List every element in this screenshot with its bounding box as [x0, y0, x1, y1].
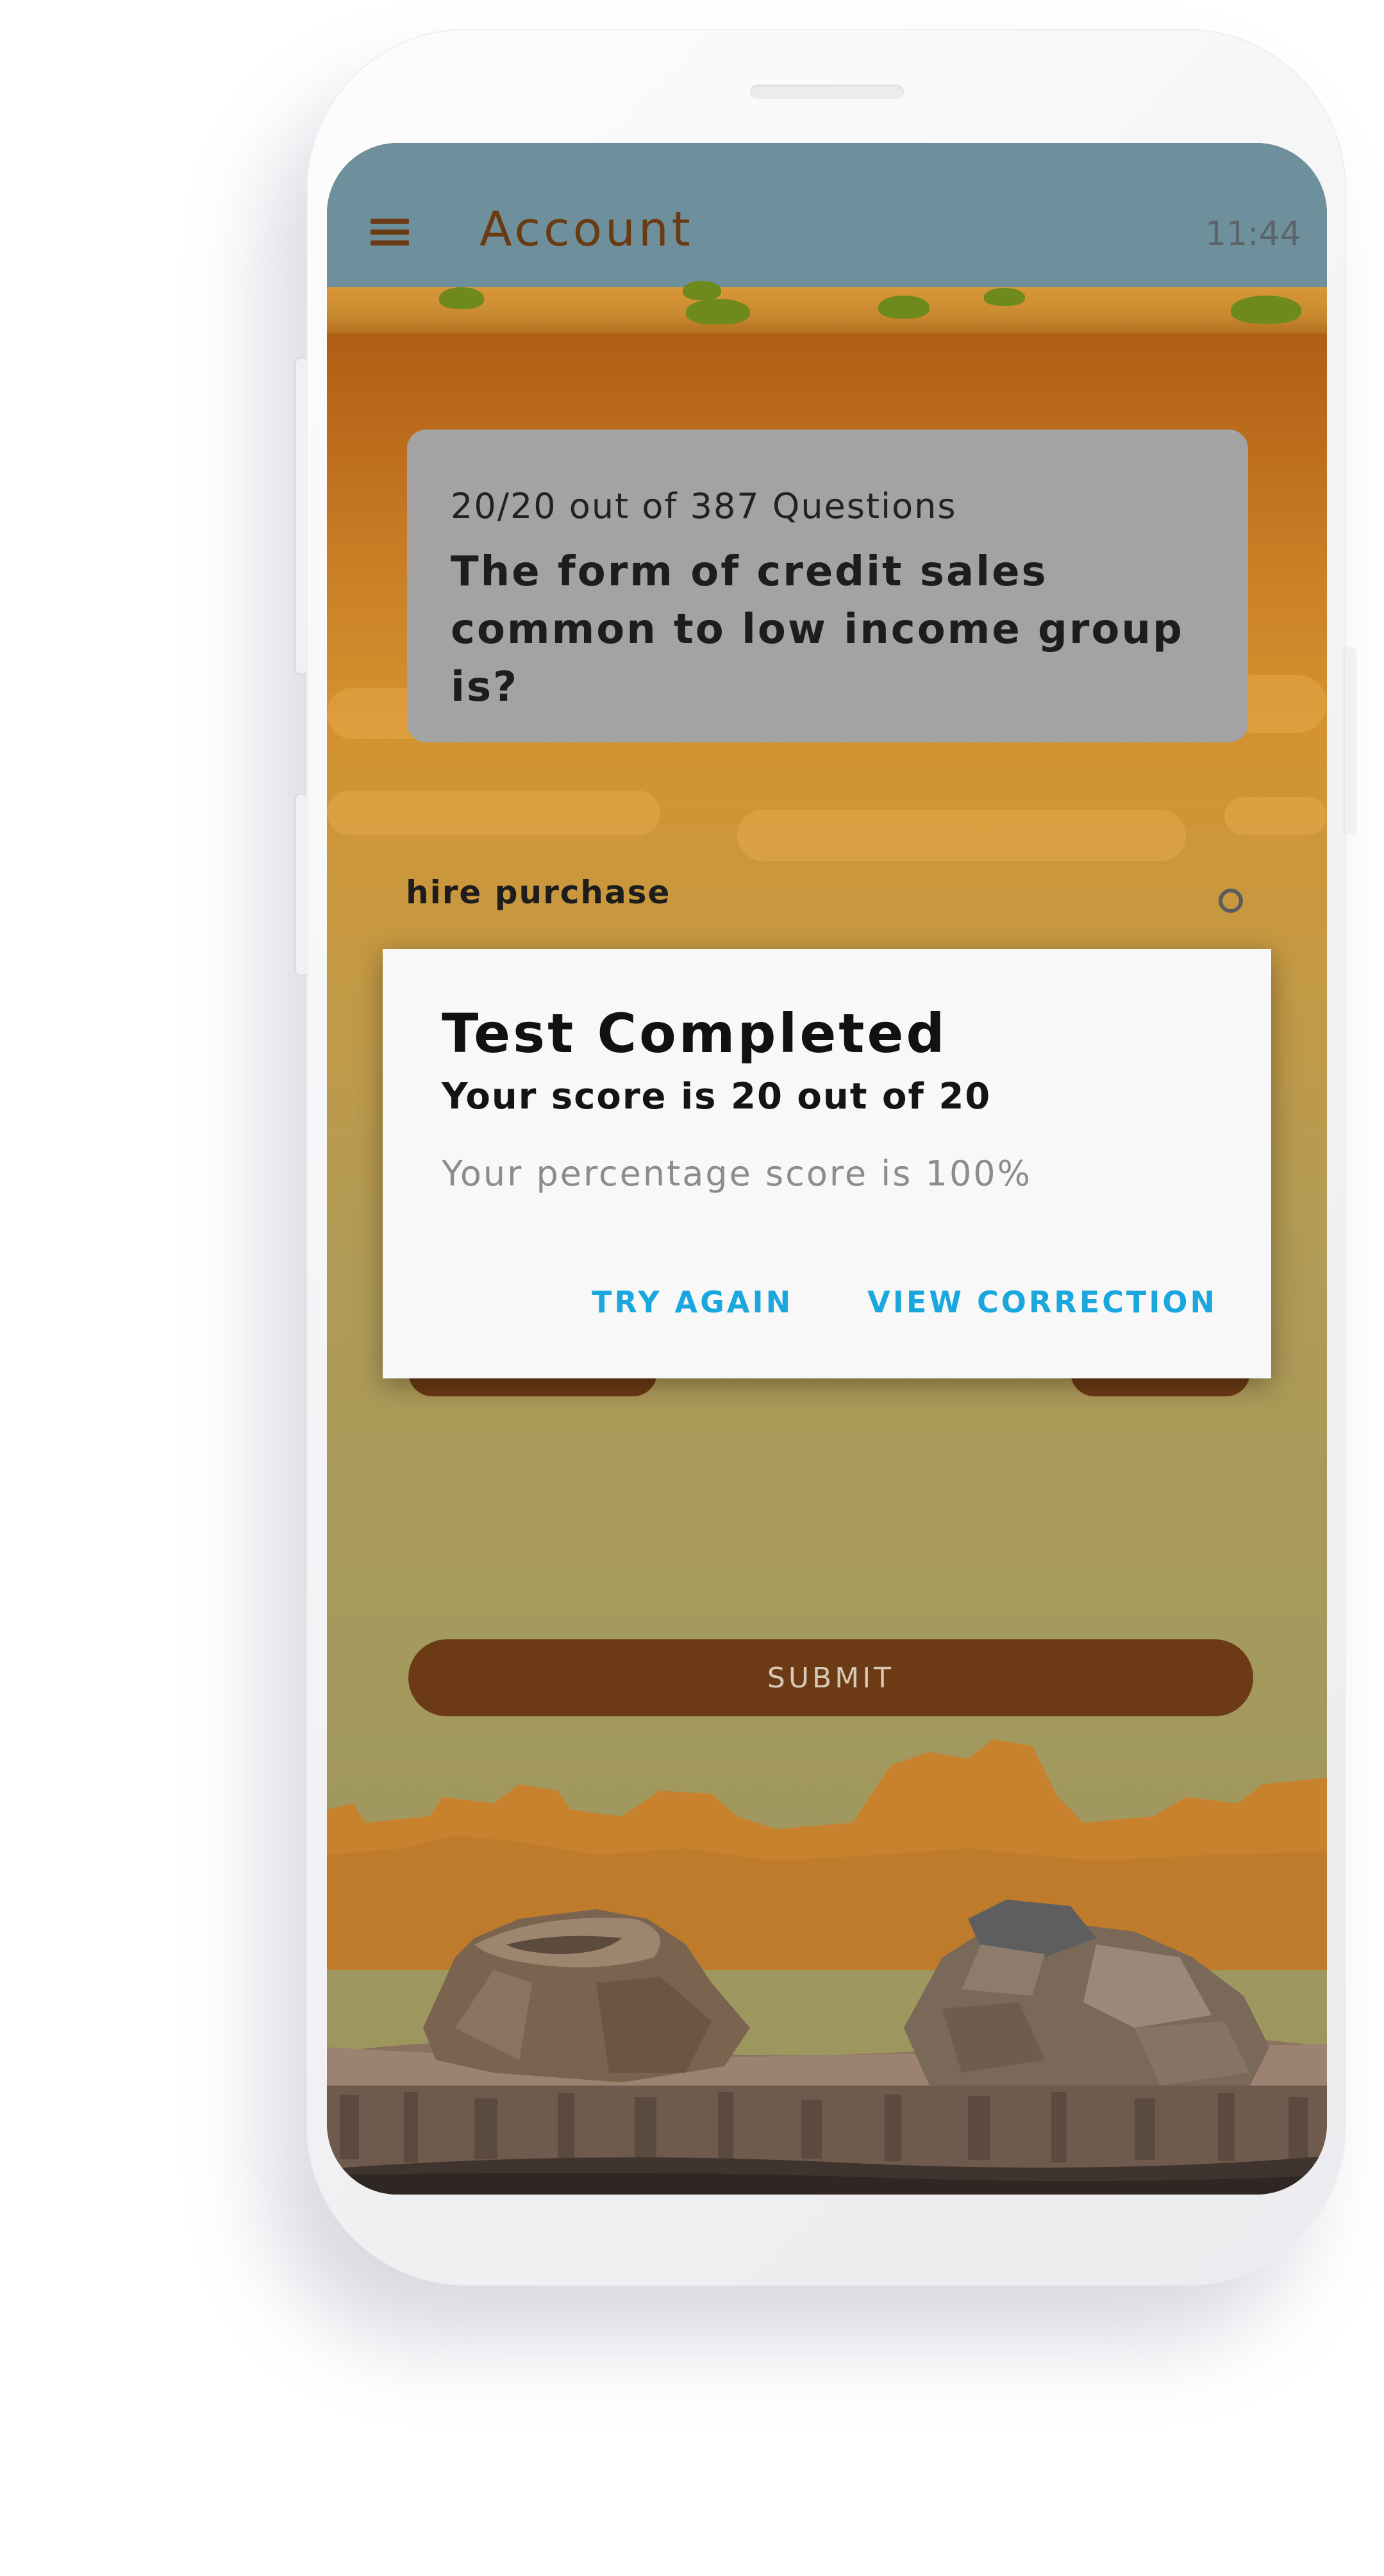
hamburger-menu-icon[interactable] — [371, 219, 409, 246]
bush-decoration — [1231, 296, 1301, 324]
dialog-score-text: Your score is 20 out of 20 — [442, 1076, 992, 1117]
question-card: 20/20 out of 387 Questions The form of c… — [407, 430, 1248, 742]
test-completed-dialog: Test Completed Your score is 20 out of 2… — [383, 949, 1271, 1378]
cloud-decoration — [737, 810, 1186, 861]
phone-side-button — [1345, 648, 1356, 833]
cloud-decoration — [1224, 797, 1327, 835]
submit-button[interactable]: SUBMIT — [408, 1639, 1253, 1716]
phone-side-button — [296, 795, 308, 974]
dialog-percentage-text: Your percentage score is 100% — [442, 1153, 1032, 1194]
view-correction-button[interactable]: VIEW CORRECTION — [867, 1285, 1217, 1319]
bush-decoration — [439, 287, 484, 309]
status-time: 11:44 — [1205, 215, 1301, 253]
bush-decoration — [984, 288, 1025, 306]
question-progress: 20/20 out of 387 Questions — [451, 486, 957, 526]
page-title: Account — [479, 202, 694, 257]
bush-decoration — [686, 299, 750, 324]
bush-decoration — [878, 296, 930, 319]
sky-background — [327, 143, 1327, 294]
dialog-title: Test Completed — [442, 1002, 947, 1065]
phone-speaker — [750, 85, 904, 99]
rocky-ground-illustration — [327, 1739, 1327, 2195]
answer-radio-button[interactable] — [1219, 889, 1243, 913]
try-again-button[interactable]: TRY AGAIN — [592, 1285, 793, 1319]
bush-decoration — [683, 281, 721, 300]
cloud-decoration — [327, 790, 660, 835]
answer-option-label[interactable]: hire purchase — [406, 874, 671, 911]
phone-side-button — [296, 359, 308, 673]
question-text: The form of credit sales common to low i… — [451, 548, 1184, 711]
dialog-actions: TRY AGAIN VIEW CORRECTION — [592, 1285, 1217, 1319]
